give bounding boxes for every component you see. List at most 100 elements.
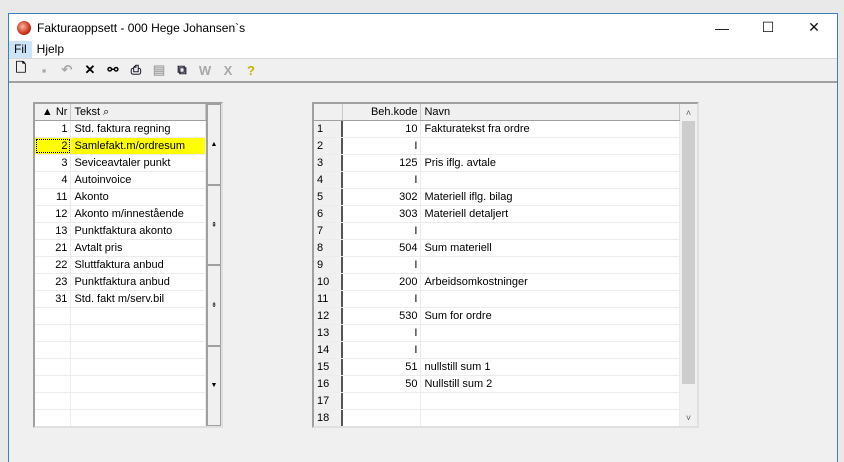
left-grid-scrollbar[interactable]: ▲ ⇞ ⇟ ▼ [206, 104, 221, 426]
table-row[interactable]: 18 [314, 410, 680, 426]
table-row[interactable]: 31 Std. fakt m/serv.bil [35, 291, 206, 308]
print-icon[interactable]: ⎙ [127, 61, 145, 79]
beh-kode-cell: 10 [343, 121, 422, 137]
tekst-cell: Sluttfaktura anbud [71, 257, 206, 273]
table-row[interactable]: 21 Avtalt pris [35, 240, 206, 257]
table-row[interactable]: 3 125 Pris iflg. avtale [314, 155, 680, 172]
table-row[interactable]: 22 Sluttfaktura anbud [35, 257, 206, 274]
nr-cell: 11 [35, 189, 72, 205]
copy-icon[interactable]: ⧉ [173, 61, 191, 79]
form-icon[interactable]: ▤ [150, 61, 168, 79]
menu-hjelp[interactable]: Hjelp [32, 41, 69, 58]
nr-cell [35, 393, 72, 409]
table-row[interactable] [35, 308, 206, 325]
table-row[interactable]: 12 530 Sum for ordre [314, 308, 680, 325]
page-up-button[interactable]: ⇞ [207, 184, 221, 265]
table-row[interactable]: 2I [314, 138, 680, 155]
undo-icon[interactable]: ↶ [58, 61, 76, 79]
invoice-types-grid: ▲ Nr Tekst ⌕ 1 Std. faktura regning 2 Samlefa… [33, 102, 223, 428]
table-row[interactable]: 6 303 Materiell detaljert [314, 206, 680, 223]
table-row[interactable] [35, 325, 206, 342]
scroll-up-button[interactable]: ▲ [207, 104, 221, 185]
navn-cell: Pris iflg. avtale [421, 155, 680, 171]
left-grid-header: ▲ Nr Tekst ⌕ [35, 104, 206, 121]
column-header-nr[interactable]: ▲ Nr [35, 104, 72, 120]
scroll-down-button[interactable]: ▼ [207, 345, 221, 426]
table-row[interactable]: 12 Akonto m/innestående [35, 206, 206, 223]
table-row[interactable]: 13 I [314, 325, 680, 342]
row-number: 13 [314, 325, 343, 341]
delete-icon[interactable]: ✕ [81, 61, 99, 79]
table-row[interactable] [35, 410, 206, 426]
table-row[interactable]: 17 [314, 393, 680, 410]
scroll-down-arrow-icon[interactable]: ˅ [680, 409, 697, 426]
table-row[interactable]: 10 200 Arbeidsomkostninger [314, 274, 680, 291]
main-window: Fakturaoppsett - 000 Hege Johansen`s — ☐… [8, 13, 838, 462]
scroll-thumb[interactable] [682, 121, 695, 384]
row-number: 16 [314, 376, 343, 392]
navn-cell: Nullstill sum 2 [421, 376, 680, 392]
table-row[interactable]: 11 Akonto [35, 189, 206, 206]
table-row[interactable] [35, 359, 206, 376]
save-icon[interactable]: ▪ [35, 61, 53, 79]
row-number: 5 [314, 189, 343, 205]
page-down-button[interactable]: ⇟ [207, 265, 221, 346]
row-number: 9 [314, 257, 343, 273]
beh-kode-cell: 51 [343, 359, 422, 375]
table-row[interactable]: 9I [314, 257, 680, 274]
beh-kode-cell: I [343, 342, 422, 358]
navn-cell [421, 172, 680, 188]
navn-cell [421, 325, 680, 341]
nr-cell: 31 [35, 291, 72, 307]
table-row[interactable]: 13 Punktfaktura akonto [35, 223, 206, 240]
nr-cell [35, 359, 72, 375]
scroll-up-arrow-icon[interactable]: ˄ [680, 104, 697, 121]
tekst-cell [71, 325, 206, 341]
beh-kode-cell: 504 [343, 240, 422, 256]
table-row[interactable]: 1 Std. faktura regning [35, 121, 206, 138]
table-row[interactable]: 4I [314, 172, 680, 189]
binoculars-icon[interactable]: ⚯ [104, 61, 122, 79]
table-row[interactable] [35, 376, 206, 393]
table-row[interactable]: 15 51 nullstill sum 1 [314, 359, 680, 376]
right-grid-scrollbar[interactable]: ˄ ˅ [680, 104, 697, 426]
table-row[interactable]: 4 Autoinvoice [35, 172, 206, 189]
tekst-cell: Punktfaktura akonto [71, 223, 206, 239]
table-row[interactable] [35, 342, 206, 359]
table-row[interactable]: 23 Punktfaktura anbud [35, 274, 206, 291]
row-number: 4 [314, 172, 343, 188]
excel-icon[interactable]: X [219, 61, 237, 79]
table-row[interactable] [35, 393, 206, 410]
menu-fil[interactable]: Fil [9, 41, 32, 58]
beh-kode-cell: 125 [343, 155, 422, 171]
maximize-button[interactable]: ☐ [745, 14, 791, 41]
nr-cell: 1 [35, 121, 72, 137]
navn-cell [421, 393, 680, 409]
navn-cell: nullstill sum 1 [421, 359, 680, 375]
table-row[interactable]: 7I [314, 223, 680, 240]
help-icon[interactable]: ? [242, 61, 260, 79]
tekst-cell: Samlefakt.m/ordresum [71, 138, 206, 154]
table-row[interactable]: 8 504 Sum materiell [314, 240, 680, 257]
tekst-cell [71, 342, 206, 358]
nr-cell: 4 [35, 172, 72, 188]
new-document-icon[interactable]: 🗋 [12, 60, 30, 79]
table-row[interactable]: 3 Seviceavtaler punkt [35, 155, 206, 172]
table-row[interactable]: 1 10 Fakturatekst fra ordre [314, 121, 680, 138]
table-row[interactable]: 16 50 Nullstill sum 2 [314, 376, 680, 393]
table-row[interactable]: 14 I [314, 342, 680, 359]
close-button[interactable]: ✕ [791, 14, 837, 41]
word-icon[interactable]: W [196, 61, 214, 79]
table-row[interactable]: 11 I [314, 291, 680, 308]
minimize-button[interactable]: — [699, 14, 745, 41]
row-number: 6 [314, 206, 343, 222]
beh-kode-cell: I [343, 172, 422, 188]
tekst-cell: Std. fakt m/serv.bil [71, 291, 206, 307]
column-header-tekst[interactable]: Tekst ⌕ [71, 104, 206, 120]
navn-cell [421, 291, 680, 307]
table-row[interactable]: 5 302 Materiell iflg. bilag [314, 189, 680, 206]
column-header-row [314, 104, 343, 120]
beh-kode-cell: I [343, 291, 422, 307]
table-row[interactable]: 2 Samlefakt.m/ordresum [35, 138, 206, 155]
beh-kode-cell: 530 [343, 308, 422, 324]
